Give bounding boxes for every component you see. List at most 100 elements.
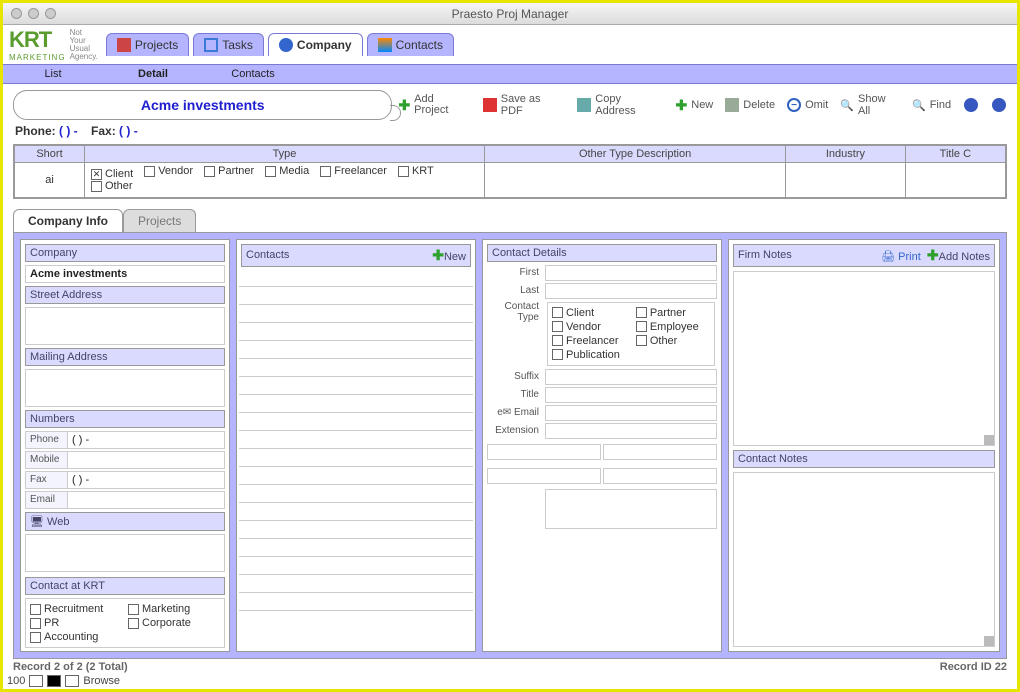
extension-input[interactable] [545,423,717,439]
projects-icon [117,38,131,52]
omit-button[interactable]: −Omit [787,98,828,112]
email-icon: e✉ [497,407,511,418]
krt-pr-checkbox[interactable]: PR [30,617,114,629]
tab-projects[interactable]: Projects [106,33,189,56]
tab-company[interactable]: Company [268,33,363,56]
print-button[interactable]: 🖨 Print [881,251,921,263]
subnav-list[interactable]: List [3,68,103,80]
titlec-input[interactable] [905,163,1005,198]
spare2-input[interactable] [603,444,717,460]
cd-email-input[interactable] [545,405,717,421]
street-section-head: Street Address [25,286,225,304]
type-freelancer-checkbox[interactable]: Freelancer [320,165,387,177]
contacts-icon [378,38,392,52]
suffix-input[interactable] [545,369,717,385]
fax-input[interactable]: ( ) - [68,472,224,488]
company-type-grid: Short Type Other Type Description Indust… [13,144,1007,199]
magnifier-icon: 🔍 [840,99,854,112]
krt-marketing-checkbox[interactable]: Marketing [128,603,212,615]
mobile-input[interactable] [68,452,224,468]
company-icon [279,38,293,52]
magnifier-icon: 🔍 [912,99,926,112]
type-checkboxes: ✕Client Vendor Partner Media Freelancer … [85,163,485,198]
contacts-new-button[interactable]: ✚New [432,247,466,264]
firm-notes-head: Firm Notes 🖨 Print ✚Add Notes [733,244,995,267]
copy-icon [577,98,591,112]
web-input[interactable] [25,534,225,572]
subtab-projects[interactable]: Projects [123,209,196,232]
spare3-input[interactable] [487,468,601,484]
type-krt-checkbox[interactable]: KRT [398,165,434,177]
ctype-client-checkbox[interactable]: Client [552,307,620,319]
numbers-section-head: Numbers [25,410,225,428]
col-type: Type [85,146,485,163]
ctype-partner-checkbox[interactable]: Partner [636,307,702,319]
street-address-input[interactable] [25,307,225,345]
industry-input[interactable] [786,163,906,198]
spare5-input[interactable] [545,489,717,529]
contact-notes-head: Contact Notes [733,450,995,468]
tab-contacts[interactable]: Contacts [367,33,454,56]
col-titlec: Title C [905,146,1005,163]
nav-up-icon[interactable] [963,97,979,113]
type-media-checkbox[interactable]: Media [265,165,309,177]
spare1-input[interactable] [487,444,601,460]
contact-notes-area[interactable] [733,472,995,647]
window-titlebar: Praesto Proj Manager [3,3,1017,25]
copy-address-button[interactable]: Copy Address [577,93,663,117]
plus-icon: ✚ [676,97,688,114]
record-counter: Record 2 of 2 (2 Total) [13,661,128,673]
footer-tool1-icon[interactable] [29,675,43,687]
pdf-icon [483,98,497,112]
show-all-button[interactable]: 🔍Show All [840,93,900,117]
zoom-value[interactable]: 100 [7,675,25,687]
company-section-head: Company [25,244,225,262]
spare4-input[interactable] [603,468,717,484]
save-pdf-button[interactable]: Save as PDF [483,93,566,117]
sub-navigation: List Detail Contacts [3,64,1017,84]
ctype-vendor-checkbox[interactable]: Vendor [552,321,620,333]
ctype-freelancer-checkbox[interactable]: Freelancer [552,335,620,347]
new-button[interactable]: ✚New [676,97,714,114]
contacts-list[interactable] [239,269,473,650]
footer-tool3-icon[interactable] [65,675,79,687]
krt-accounting-checkbox[interactable]: Accounting [30,631,114,643]
subnav-contacts[interactable]: Contacts [203,68,303,80]
add-notes-button[interactable]: ✚Add Notes [927,251,990,263]
krt-corporate-checkbox[interactable]: Corporate [128,617,212,629]
subtab-company-info[interactable]: Company Info [13,209,123,232]
ctype-publication-checkbox[interactable]: Publication [552,349,620,361]
type-client-checkbox[interactable]: ✕Client [91,168,133,180]
tasks-icon [204,38,218,52]
type-other-checkbox[interactable]: Other [91,180,133,192]
ctype-employee-checkbox[interactable]: Employee [636,321,702,333]
delete-button[interactable]: Delete [725,98,775,112]
mailing-address-input[interactable] [25,369,225,407]
tab-tasks[interactable]: Tasks [193,33,264,56]
other-desc-input[interactable] [485,163,786,198]
ctype-other-checkbox[interactable]: Other [636,335,702,347]
add-project-button[interactable]: ✚Add Project [398,94,470,116]
contact-details-head: Contact Details [487,244,717,262]
mode-label: Browse [83,675,120,687]
footer-tool2-icon[interactable] [47,675,61,687]
last-input[interactable] [545,283,717,299]
email-input[interactable] [68,492,224,508]
krt-recruitment-checkbox[interactable]: Recruitment [30,603,114,615]
omit-icon: − [787,98,801,112]
subnav-detail[interactable]: Detail [103,68,203,80]
type-partner-checkbox[interactable]: Partner [204,165,254,177]
trash-icon [725,98,739,112]
record-id: Record ID 22 [940,661,1007,673]
find-button[interactable]: 🔍Find [912,99,951,112]
app-logo: KRTMARKETING NotYourUsualAgency. [9,27,98,62]
nav-down-icon[interactable] [991,97,1007,113]
title-input[interactable] [545,387,717,403]
col-other: Other Type Description [485,146,786,163]
firm-notes-area[interactable] [733,271,995,446]
company-field[interactable]: Acme investments [26,266,224,282]
short-value[interactable]: ai [15,163,85,198]
type-vendor-checkbox[interactable]: Vendor [144,165,193,177]
first-input[interactable] [545,265,717,281]
phone-input[interactable]: ( ) - [68,432,224,448]
